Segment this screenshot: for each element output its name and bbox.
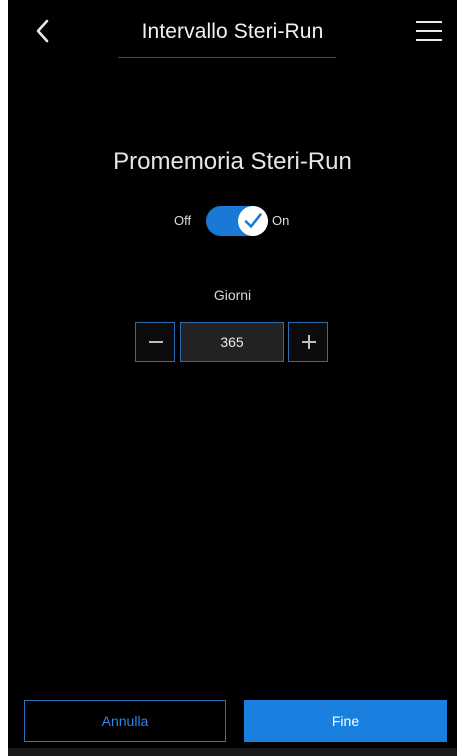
title-divider: [118, 57, 336, 58]
hamburger-menu-icon: [416, 39, 442, 41]
page-title: Intervallo Steri-Run: [141, 20, 324, 43]
checkmark-icon: [244, 213, 262, 228]
menu-button[interactable]: [416, 20, 442, 42]
days-value-field[interactable]: 365: [180, 322, 284, 362]
minus-icon: [149, 341, 163, 343]
reminder-toggle-row: Off On: [8, 200, 457, 244]
hamburger-menu-icon: [416, 21, 442, 23]
reminder-toggle[interactable]: [206, 206, 268, 236]
done-button[interactable]: Fine: [244, 700, 447, 742]
cancel-button[interactable]: Annulla: [24, 700, 226, 742]
days-increment-button[interactable]: [288, 322, 328, 362]
toggle-on-label: On: [272, 213, 290, 228]
bottom-edge: [8, 748, 457, 756]
days-label: Giorni: [213, 287, 252, 303]
app-screen: Intervallo Steri-Run Promemoria Steri-Ru…: [8, 0, 457, 756]
toggle-off-label: Off: [174, 213, 192, 228]
header-bar: Intervallo Steri-Run: [8, 0, 457, 62]
plus-icon-vertical: [308, 335, 310, 349]
hamburger-menu-icon: [416, 30, 442, 32]
reminder-title: Promemoria Steri-Run: [113, 148, 352, 175]
toggle-knob: [238, 206, 268, 236]
days-decrement-button[interactable]: [135, 322, 175, 362]
